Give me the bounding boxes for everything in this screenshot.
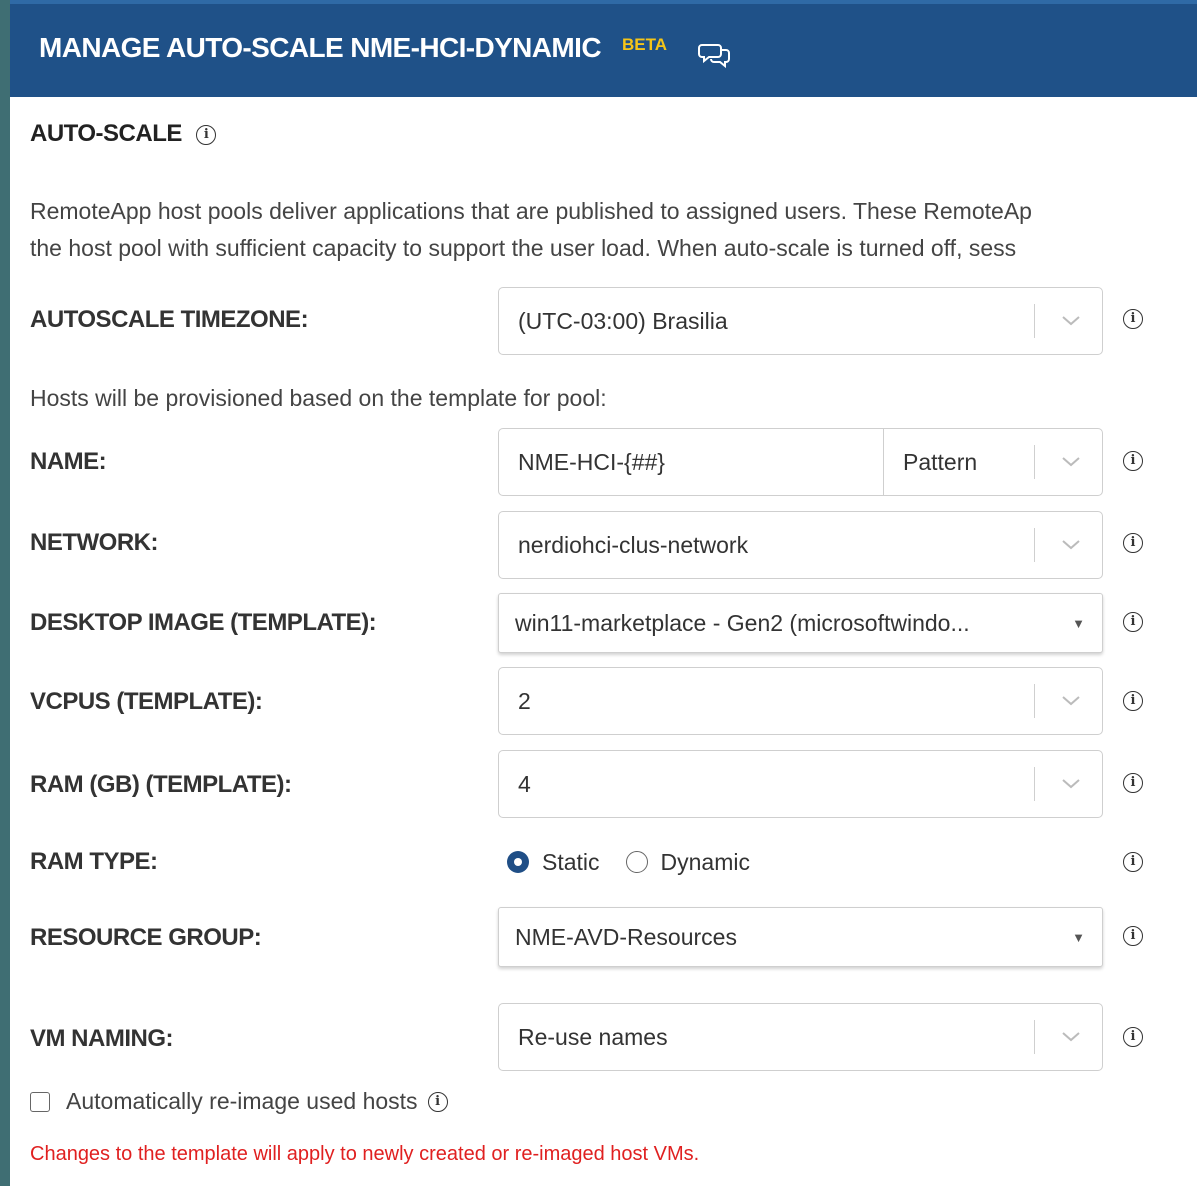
caret-down-icon[interactable]: ▼ [1072, 930, 1085, 945]
chat-bubbles-icon[interactable] [698, 41, 732, 69]
ram-label: RAM (GB) (TEMPLATE): [30, 771, 292, 798]
timezone-info-icon[interactable]: i [1123, 309, 1143, 329]
field-divider [883, 429, 884, 495]
template-intro-text: Hosts will be provisioned based on the t… [30, 385, 607, 411]
reimage-info-icon[interactable]: i [427, 1091, 448, 1112]
beta-badge: BETA [622, 35, 668, 54]
network-label: NETWORK: [30, 529, 158, 556]
reimage-checkbox[interactable] [30, 1091, 50, 1112]
vcpus-value: 2 [518, 687, 531, 714]
radio-label-static: Static [542, 848, 600, 875]
dialog-title: MANAGE AUTO-SCALE NME-HCI-DYNAMIC [39, 32, 602, 63]
timezone-select[interactable]: (UTC-03:00) Brasilia [498, 287, 1103, 355]
ram-select[interactable]: 4 [498, 750, 1103, 818]
network-info-icon[interactable]: i [1123, 533, 1143, 553]
desktop-image-info-icon[interactable]: i [1123, 612, 1143, 632]
resource-group-label: RESOURCE GROUP: [30, 924, 262, 951]
info-icon[interactable]: i [196, 124, 217, 145]
select-separator [1034, 304, 1035, 338]
select-separator [1034, 684, 1035, 718]
vcpus-select[interactable]: 2 [498, 667, 1103, 735]
manage-autoscale-dialog: MANAGE AUTO-SCALE NME-HCI-DYNAMIC BETA A… [10, 0, 1197, 1186]
select-separator [1034, 445, 1035, 479]
select-separator [1034, 767, 1035, 801]
chevron-down-icon[interactable] [1058, 690, 1084, 710]
name-mode-select[interactable]: Pattern [903, 429, 977, 495]
vm-naming-label: VM NAMING: [30, 1025, 173, 1052]
vm-naming-value: Re-use names [518, 1023, 668, 1050]
ram-type-label: RAM TYPE: [30, 848, 158, 875]
ram-type-radio-group: Static Dynamic [507, 845, 776, 879]
ram-value: 4 [518, 770, 531, 797]
ram-type-static-radio[interactable]: Static [507, 849, 600, 876]
chevron-down-icon[interactable] [1058, 1026, 1084, 1046]
resource-group-value: NME-AVD-Resources [515, 923, 737, 950]
timezone-value: (UTC-03:00) Brasilia [518, 307, 728, 334]
chevron-down-icon[interactable] [1058, 310, 1084, 330]
name-label: NAME: [30, 448, 107, 475]
chevron-down-icon[interactable] [1058, 773, 1084, 793]
ram-info-icon[interactable]: i [1123, 773, 1143, 793]
vcpus-label: VCPUS (TEMPLATE): [30, 688, 263, 715]
autoscale-description: RemoteApp host pools deliver application… [30, 193, 1197, 267]
dialog-header: MANAGE AUTO-SCALE NME-HCI-DYNAMIC BETA [10, 0, 1197, 97]
network-select[interactable]: nerdiohci-clus-network [498, 511, 1103, 579]
chevron-down-icon[interactable] [1058, 534, 1084, 554]
select-separator [1034, 1020, 1035, 1054]
name-field: NME-HCI-{##} Pattern [498, 428, 1103, 496]
vm-naming-info-icon[interactable]: i [1123, 1027, 1143, 1047]
vm-naming-select[interactable]: Re-use names [498, 1003, 1103, 1071]
name-info-icon[interactable]: i [1123, 451, 1143, 471]
resource-group-select[interactable]: NME-AVD-Resources ▼ [498, 907, 1103, 967]
desktop-image-select[interactable]: win11-marketplace - Gen2 (microsoftwindo… [498, 593, 1103, 653]
radio-label-dynamic: Dynamic [660, 848, 750, 875]
caret-down-icon[interactable]: ▼ [1072, 616, 1085, 631]
name-pattern-input[interactable]: NME-HCI-{##} [518, 429, 665, 495]
reimage-label: Automatically re-image used hosts [66, 1088, 418, 1114]
radio-selected-indicator[interactable] [507, 851, 529, 873]
vcpus-info-icon[interactable]: i [1123, 691, 1143, 711]
desktop-image-label: DESKTOP IMAGE (TEMPLATE): [30, 609, 377, 636]
chevron-down-icon[interactable] [1058, 451, 1084, 471]
section-title-text: AUTO-SCALE [30, 120, 182, 147]
network-value: nerdiohci-clus-network [518, 531, 749, 558]
template-change-warning: Changes to the template will apply to ne… [30, 1143, 700, 1165]
autoscale-section-title: AUTO-SCALE i [30, 120, 217, 148]
reimage-option: Automatically re-image used hosts i [30, 1088, 448, 1115]
select-separator [1034, 528, 1035, 562]
radio-indicator[interactable] [625, 851, 648, 873]
description-line-2: the host pool with sufficient capacity t… [30, 235, 1017, 261]
ram-type-info-icon[interactable]: i [1123, 852, 1143, 872]
ram-type-dynamic-radio[interactable]: Dynamic [625, 848, 750, 876]
timezone-label: AUTOSCALE TIMEZONE: [30, 306, 309, 333]
description-line-1: RemoteApp host pools deliver application… [30, 198, 1032, 224]
desktop-image-value: win11-marketplace - Gen2 (microsoftwindo… [515, 609, 970, 636]
resource-group-info-icon[interactable]: i [1123, 926, 1143, 946]
